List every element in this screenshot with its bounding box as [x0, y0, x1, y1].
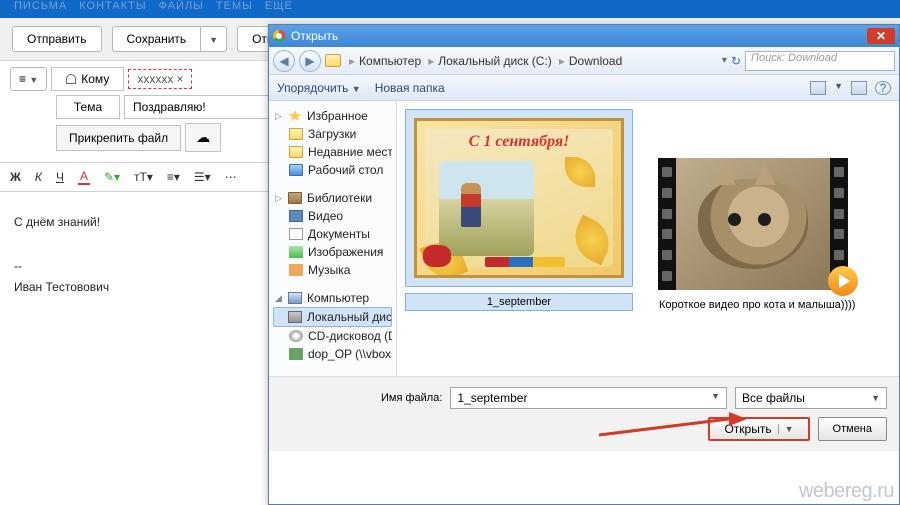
cd-icon: [289, 330, 303, 342]
file-item-selected[interactable]: С 1 сентября! 1_september: [405, 109, 633, 311]
italic-button[interactable]: К: [35, 169, 42, 185]
tree-computer[interactable]: ◢Компьютер: [273, 289, 392, 307]
folder-icon: [289, 146, 303, 158]
computer-icon: [288, 292, 302, 304]
folder-tree: ▷Избранное Загрузки Недавние места Рабоч…: [269, 101, 397, 376]
send-button[interactable]: Отправить: [12, 26, 102, 52]
tree-music[interactable]: Музыка: [273, 261, 392, 279]
library-icon: [288, 192, 302, 204]
file-item[interactable]: Короткое видео про кота и малыша)))): [657, 157, 857, 313]
organize-button[interactable]: Упорядочить ▼: [277, 81, 361, 95]
image-icon: [289, 246, 303, 258]
tree-network[interactable]: dop_OP (\\vboxs: [273, 345, 392, 363]
attach-button[interactable]: Прикрепить файл: [56, 125, 181, 151]
align-button[interactable]: ≡▾: [167, 169, 180, 185]
close-icon[interactable]: ✕: [867, 28, 895, 44]
tree-recent[interactable]: Недавние места: [273, 143, 392, 161]
view-icon[interactable]: [810, 81, 826, 95]
nav-item[interactable]: Файлы: [159, 0, 204, 12]
underline-button[interactable]: Ч: [56, 169, 64, 185]
font-color-button[interactable]: A: [78, 169, 90, 185]
tree-downloads[interactable]: Загрузки: [273, 125, 392, 143]
filename-input[interactable]: 1_september▼: [450, 387, 727, 409]
bold-button[interactable]: Ж: [10, 169, 21, 185]
tree-cd[interactable]: CD-дисковод (D:: [273, 327, 392, 345]
chrome-icon: [273, 30, 285, 42]
font-size-button[interactable]: тТ▾: [134, 169, 153, 185]
back-button[interactable]: ◀: [273, 50, 295, 72]
breadcrumb[interactable]: ▸Компьютер ▸Локальный диск (C:) ▸Downloa…: [345, 54, 622, 68]
tree-documents[interactable]: Документы: [273, 225, 392, 243]
file-name-label: 1_september: [405, 293, 633, 311]
save-dropdown[interactable]: ▼: [200, 26, 227, 52]
filename-label: Имя файла:: [381, 392, 442, 404]
dialog-navbar: ◀ ▶ ▸Компьютер ▸Локальный диск (C:) ▸Dow…: [269, 47, 899, 75]
tree-images[interactable]: Изображения: [273, 243, 392, 261]
subject-label: Тема: [56, 95, 120, 119]
music-icon: [289, 264, 303, 276]
filter-combo[interactable]: Все файлы▼: [735, 387, 887, 409]
file-list: С 1 сентября! 1_september: [397, 101, 899, 376]
tree-local-disk[interactable]: Локальный диск: [273, 307, 392, 327]
folder-icon: [289, 128, 303, 140]
video-icon: [289, 210, 303, 222]
dialog-cancel-button[interactable]: Отмена: [818, 417, 887, 441]
star-icon: [288, 110, 302, 122]
forward-button[interactable]: ▶: [299, 50, 321, 72]
new-folder-button[interactable]: Новая папка: [375, 81, 445, 95]
tree-favorites[interactable]: ▷Избранное: [273, 107, 392, 125]
nav-item[interactable]: Контакты: [79, 0, 146, 12]
dialog-cmdbar: Упорядочить ▼ Новая папка ▼ ?: [269, 75, 899, 101]
document-icon: [289, 228, 303, 240]
open-button[interactable]: Открыть▼: [708, 417, 809, 441]
dialog-title: Открыть: [291, 29, 338, 43]
nav-item[interactable]: Ещё: [265, 0, 293, 12]
attach-cloud-button[interactable]: ☁: [185, 123, 221, 152]
search-input[interactable]: Поиск: Download: [745, 51, 895, 71]
watermark: webereg.ru: [799, 480, 894, 503]
dialog-bottom: Имя файла: 1_september▼ Все файлы▼ Откры…: [269, 376, 899, 451]
file-thumbnail: С 1 сентября!: [414, 118, 624, 278]
help-icon[interactable]: ?: [875, 81, 891, 95]
tree-videos[interactable]: Видео: [273, 207, 392, 225]
tree-desktop[interactable]: Рабочий стол: [273, 161, 392, 179]
nav-item[interactable]: Письма: [14, 0, 67, 12]
person-icon: [66, 74, 76, 84]
nav-item[interactable]: Темы: [216, 0, 253, 12]
tree-libraries[interactable]: ▷Библиотеки: [273, 189, 392, 207]
highlight-button[interactable]: ✎▾: [104, 169, 120, 185]
video-thumbnail: [658, 158, 848, 290]
drive-icon: [288, 311, 302, 323]
preview-icon[interactable]: [851, 81, 867, 95]
file-open-dialog: Открыть ✕ ◀ ▶ ▸Компьютер ▸Локальный диск…: [268, 24, 900, 505]
more-button[interactable]: ⋯: [225, 169, 237, 185]
play-icon: [828, 266, 858, 296]
file-name-label: Короткое видео про кота и малыша)))): [657, 297, 857, 313]
network-icon: [289, 348, 303, 360]
cloud-icon: ☁: [196, 129, 210, 146]
folder-icon: [325, 54, 341, 67]
desktop-icon: [289, 164, 303, 176]
dialog-titlebar: Открыть ✕: [269, 25, 899, 47]
mail-top-nav: Письма Контакты Файлы Темы Ещё: [0, 0, 900, 18]
save-button[interactable]: Сохранить: [112, 26, 201, 52]
format-dropdown[interactable]: ≡ ▼: [10, 67, 47, 91]
list-button[interactable]: ☰▾: [194, 169, 211, 185]
recipient-chip[interactable]: xxxxxx ×: [128, 69, 192, 89]
to-label[interactable]: Кому: [51, 67, 124, 91]
